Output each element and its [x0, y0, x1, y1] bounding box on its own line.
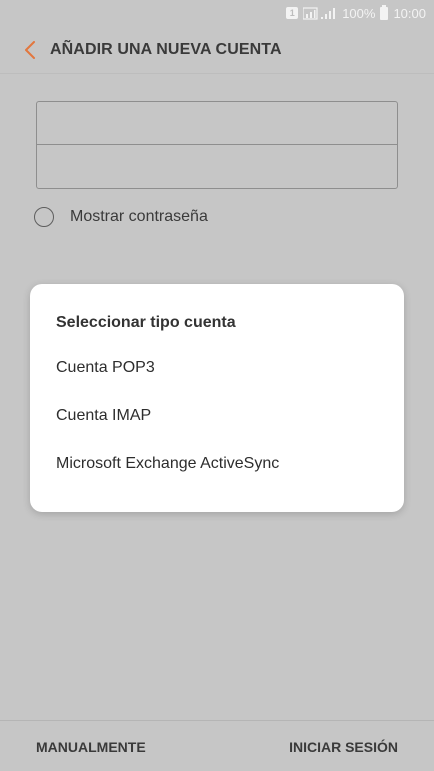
status-bar: 1 100% 10:00	[0, 0, 434, 26]
option-exchange-activesync[interactable]: Microsoft Exchange ActiveSync	[56, 455, 279, 473]
chevron-left-icon	[25, 40, 35, 59]
sign-in-button[interactable]: INICIAR SESIÓN	[289, 739, 398, 755]
show-password-label: Mostrar contraseña	[70, 208, 208, 225]
email-field[interactable]	[37, 102, 397, 145]
option-pop3[interactable]: Cuenta POP3	[56, 359, 155, 377]
account-type-dialog: Seleccionar tipo cuenta Cuenta POP3 Cuen…	[30, 284, 404, 512]
app-bar: AÑADIR UNA NUEVA CUENTA	[0, 26, 434, 74]
page-title: AÑADIR UNA NUEVA CUENTA	[50, 40, 282, 58]
sim-card-icon: 1	[286, 7, 299, 19]
battery-percent: 100%	[342, 5, 376, 21]
dialog-title: Seleccionar tipo cuenta	[56, 314, 236, 331]
show-password-option[interactable]: Mostrar contraseña	[34, 207, 208, 227]
password-field[interactable]	[37, 145, 397, 188]
show-password-radio[interactable]	[34, 207, 54, 227]
manual-button[interactable]: MANUALMENTE	[36, 739, 146, 755]
back-button[interactable]	[10, 26, 50, 74]
clock: 10:00	[393, 5, 426, 21]
bottom-action-bar: MANUALMENTE INICIAR SESIÓN	[0, 720, 434, 771]
battery-icon	[380, 4, 389, 20]
login-form	[36, 101, 398, 189]
option-imap[interactable]: Cuenta IMAP	[56, 407, 151, 425]
signal-bars-icon	[303, 6, 337, 20]
